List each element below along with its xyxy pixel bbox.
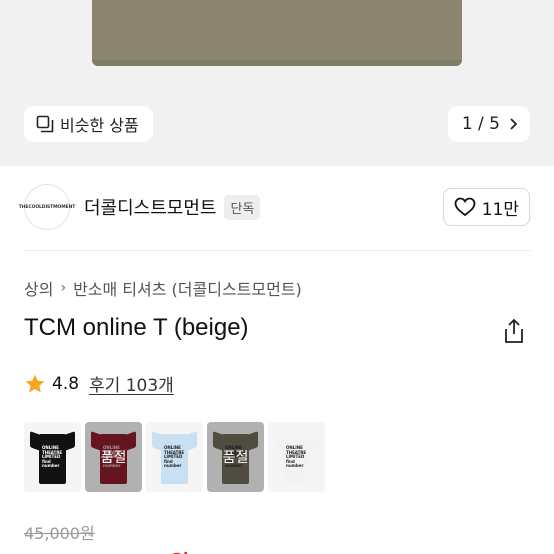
store-name[interactable]: 더콜디스트모먼트 [84,194,216,220]
store-info-row: THECOOLDISTMOMENT 더콜디스트모먼트 단독 11만 [19,184,530,230]
tshirt-image: ONLINE THEATRE LIMITED find number [152,430,197,484]
breadcrumb-item-category[interactable]: 반소매 티셔츠 (더콜디스트모먼트) [73,276,302,300]
review-count-link[interactable]: 후기 103개 [89,371,174,396]
color-variant-thumb[interactable]: ONLINE THEATRE LIMITED find number 품절 [85,422,142,492]
breadcrumb: 상의 › 반소매 티셔츠 (더콜디스트모먼트) [24,276,302,300]
similar-products-label: 비슷한 상품 [60,116,139,135]
rating-row: 4.8 후기 103개 [24,371,174,396]
soldout-overlay: 품절 [85,422,142,492]
soldout-overlay: 품절 [207,422,264,492]
sale-price: 33% 30,500원 [24,546,189,554]
exclusive-badge: 단독 [224,194,261,220]
like-button[interactable]: 11만 [442,188,530,226]
chevron-right-icon [510,118,518,130]
store-logo[interactable]: THECOOLDISTMOMENT [19,184,75,230]
section-divider [24,250,530,251]
tshirt-image: ONLINE THEATRE LIMITED find number [274,430,319,484]
product-title: TCM online T (beige) [24,314,249,341]
chevron-right-icon: › [60,280,67,296]
heart-icon [454,197,476,217]
star-icon [25,374,45,392]
original-price: 45,000원 [24,524,95,543]
product-image-gallery[interactable]: 비슷한 상품 1 / 5 [0,0,554,166]
color-variant-thumb[interactable]: ONLINE THEATRE LIMITED find number [146,422,203,492]
color-variant-list: ONLINE THEATRE LIMITED find number ONLINE THE… [24,422,325,492]
tshirt-image: ONLINE THEATRE LIMITED find number [30,430,75,484]
page-indicator: 1 / 5 [461,114,500,134]
image-pager[interactable]: 1 / 5 [447,106,530,142]
share-icon[interactable] [502,318,526,344]
color-variant-thumb[interactable]: ONLINE THEATRE LIMITED find number [24,422,81,492]
breadcrumb-item-top[interactable]: 상의 [24,276,53,300]
product-photo [92,0,462,66]
rating-score: 4.8 [52,373,80,394]
color-variant-thumb[interactable]: ONLINE THEATRE LIMITED find number 품절 [207,422,264,492]
similar-products-button[interactable]: 비슷한 상품 [24,106,153,142]
similar-items-icon [36,115,54,133]
like-count: 11만 [481,199,519,220]
product-photo-shadow [92,60,462,66]
color-variant-thumb[interactable]: ONLINE THEATRE LIMITED find number [268,422,325,492]
